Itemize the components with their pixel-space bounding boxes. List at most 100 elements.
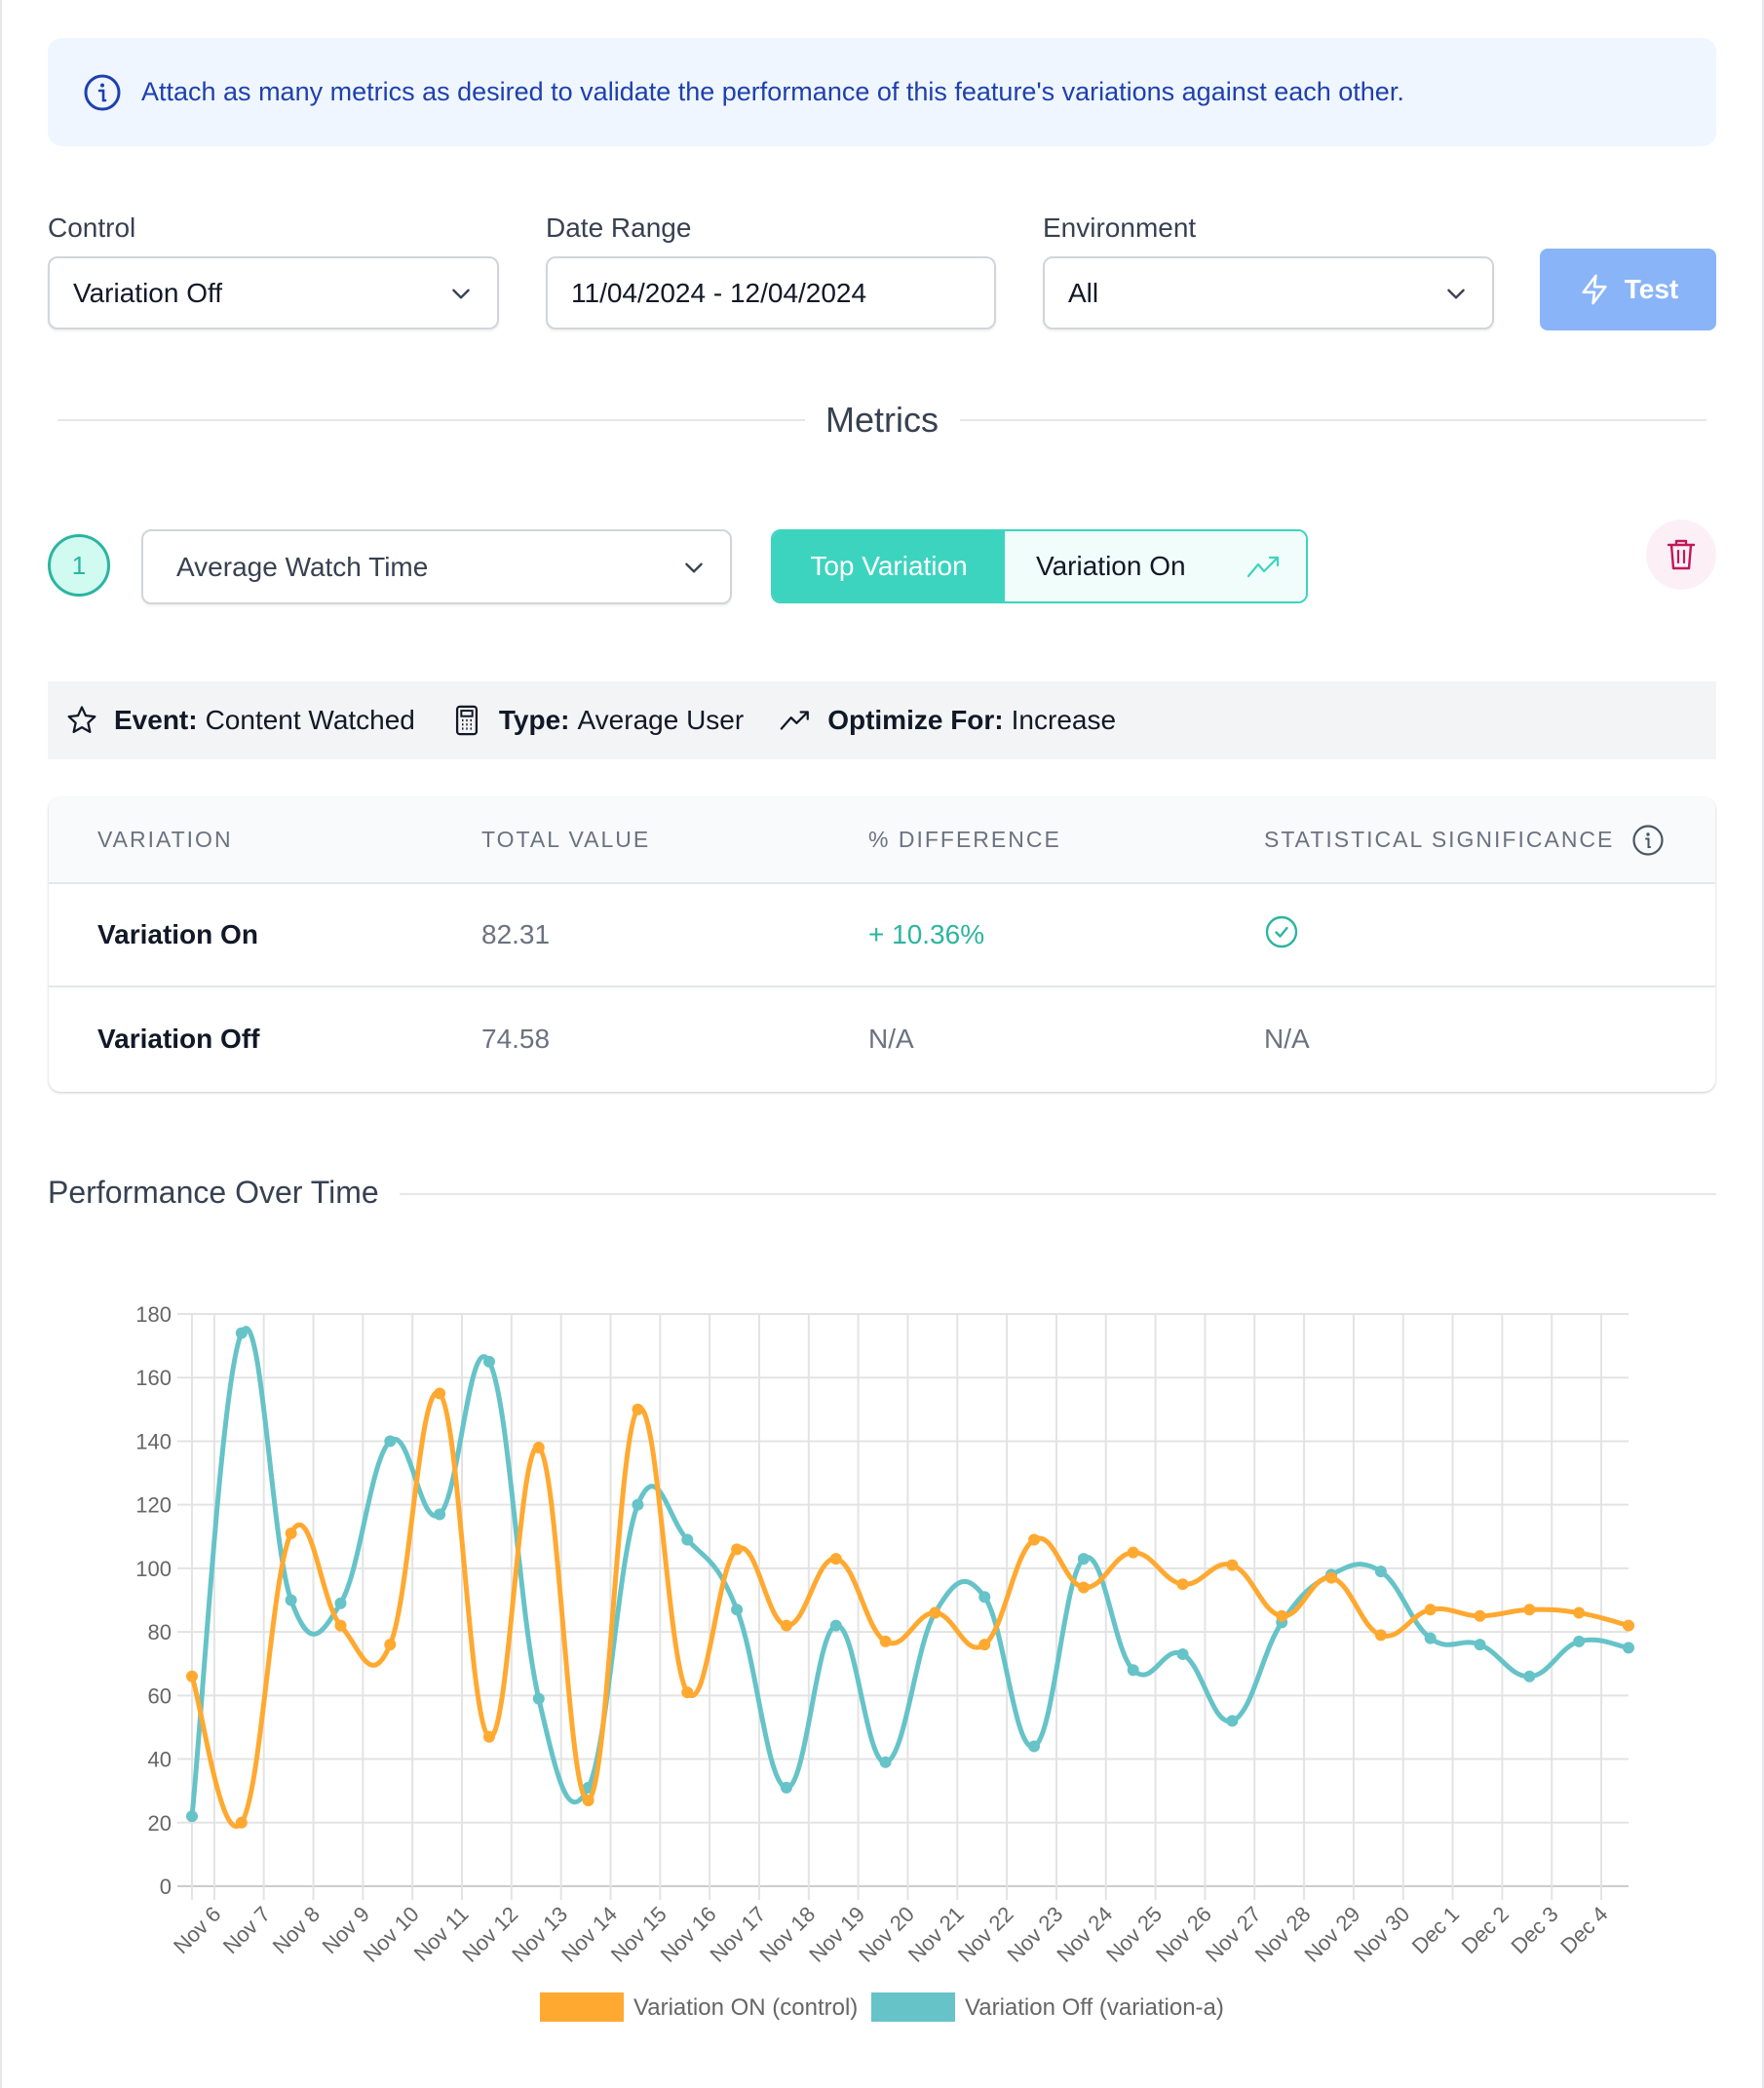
data-point	[1424, 1632, 1437, 1644]
delete-metric-button[interactable]	[1646, 520, 1716, 590]
x-tick-label: Dec 1	[1407, 1902, 1464, 1958]
top-variation-badge: Top Variation Variation On	[771, 529, 1308, 603]
x-tick-label: Nov 6	[169, 1902, 225, 1958]
environment-label: Environment	[1043, 213, 1197, 243]
data-point	[1374, 1566, 1387, 1578]
x-tick-label: Nov 15	[606, 1902, 671, 1967]
data-point	[929, 1606, 941, 1619]
chart-grid	[177, 1313, 1629, 1900]
legend-label: Variation Off (variation-a)	[965, 1994, 1224, 2021]
data-point	[780, 1781, 792, 1794]
variation-name: Variation On	[97, 919, 258, 949]
y-tick-label: 60	[148, 1683, 172, 1708]
data-point	[1028, 1740, 1041, 1753]
y-tick-label: 140	[135, 1429, 172, 1453]
lightning-icon	[1582, 274, 1607, 305]
percent-difference: N/A	[868, 1024, 914, 1054]
x-tick-label: Nov 18	[754, 1902, 820, 1967]
x-tick-label: Nov 21	[903, 1902, 969, 1967]
optimize-info: Optimize For: Increase	[779, 704, 1116, 737]
calculator-icon	[455, 705, 478, 736]
control-select[interactable]: Variation Off	[48, 256, 499, 329]
chevron-down-icon	[452, 289, 470, 299]
control-value: Variation Off	[73, 277, 223, 308]
trash-icon	[1667, 539, 1696, 570]
event-info: Event: Content Watched	[65, 704, 415, 737]
x-tick-label: Dec 4	[1555, 1902, 1612, 1958]
optimize-label: Optimize For:	[827, 705, 1004, 735]
chart-series	[186, 1326, 1634, 1829]
data-point	[1474, 1639, 1486, 1651]
significance	[1264, 914, 1299, 956]
metric-index-badge: 1	[48, 534, 110, 597]
info-circle-icon[interactable]	[1631, 824, 1665, 857]
data-point	[532, 1692, 545, 1705]
data-point	[1226, 1715, 1239, 1727]
top-variation-value: Variation On	[1036, 551, 1186, 581]
x-tick-label: Nov 20	[854, 1902, 919, 1967]
date-range-input[interactable]: 11/04/2024 - 12/04/2024	[546, 256, 996, 329]
x-tick-label: Nov 23	[1003, 1902, 1068, 1967]
y-tick-label: 20	[148, 1811, 172, 1836]
type-label: Type:	[498, 705, 570, 735]
significance: N/A	[1264, 1024, 1310, 1054]
data-point	[978, 1639, 991, 1651]
optimize-value: Increase	[1011, 705, 1117, 735]
x-tick-label: Nov 29	[1299, 1902, 1364, 1967]
data-point	[681, 1533, 694, 1546]
check-circle-icon	[1265, 915, 1298, 947]
data-point	[1077, 1581, 1090, 1594]
x-tick-label: Nov 14	[556, 1902, 622, 1967]
x-tick-label: Nov 13	[507, 1902, 572, 1967]
data-point	[1424, 1604, 1437, 1616]
data-point	[186, 1810, 198, 1823]
table-header: VARIATION TOTAL VALUE % DIFFERENCE STATI…	[49, 797, 1715, 884]
info-circle-icon	[84, 74, 121, 110]
data-point	[1623, 1619, 1634, 1632]
metric-info-bar: Event: Content Watched Type: Average Use…	[48, 681, 1716, 759]
y-tick-label: 160	[135, 1366, 172, 1390]
top-variation-label: Top Variation	[773, 531, 1005, 601]
table-row: Variation Off 74.58 N/A N/A	[49, 987, 1715, 1091]
header-total-value: TOTAL VALUE	[481, 827, 651, 852]
data-point	[434, 1387, 446, 1400]
data-point	[1226, 1559, 1239, 1571]
x-tick-label: Nov 17	[706, 1902, 771, 1967]
data-point	[285, 1594, 297, 1606]
metric-select[interactable]: Average Watch Time	[141, 529, 732, 604]
data-point	[681, 1686, 694, 1699]
performance-chart: 0 20 40 60 80 100 120 140 160 180 Nov 6Nov 7Nov 8…	[135, 1302, 1634, 2022]
data-point	[1028, 1533, 1041, 1546]
data-point	[582, 1794, 594, 1806]
data-point	[829, 1553, 842, 1566]
data-point	[482, 1730, 495, 1743]
x-tick-label: Nov 27	[1201, 1902, 1266, 1967]
data-point	[1573, 1635, 1586, 1647]
data-point	[334, 1597, 347, 1609]
header-variation: VARIATION	[97, 827, 233, 852]
info-alert: Attach as many metrics as desired to val…	[48, 38, 1716, 146]
type-value: Average User	[577, 705, 745, 735]
variation-name: Variation Off	[97, 1024, 260, 1054]
data-point	[1374, 1629, 1387, 1642]
x-tick-label: Nov 30	[1349, 1902, 1414, 1967]
data-point	[879, 1756, 892, 1768]
data-point	[482, 1355, 495, 1368]
data-point	[1523, 1670, 1536, 1682]
y-tick-label: 100	[135, 1557, 172, 1581]
environment-select[interactable]: All	[1043, 256, 1494, 329]
percent-difference: + 10.36%	[868, 919, 985, 949]
x-tick-label: Dec 3	[1506, 1902, 1562, 1958]
series-line	[189, 1326, 1630, 1817]
data-point	[186, 1670, 198, 1682]
data-point	[978, 1591, 991, 1604]
data-point	[532, 1441, 545, 1453]
data-point	[879, 1635, 892, 1647]
star-icon	[67, 706, 96, 734]
data-point	[285, 1527, 297, 1540]
test-button[interactable]: Test	[1540, 249, 1716, 330]
x-tick-label: Dec 2	[1457, 1902, 1514, 1958]
data-point	[731, 1604, 744, 1616]
data-point	[731, 1543, 744, 1556]
chart-legend: Variation ON (control) Variation Off (var…	[540, 1992, 1224, 2022]
